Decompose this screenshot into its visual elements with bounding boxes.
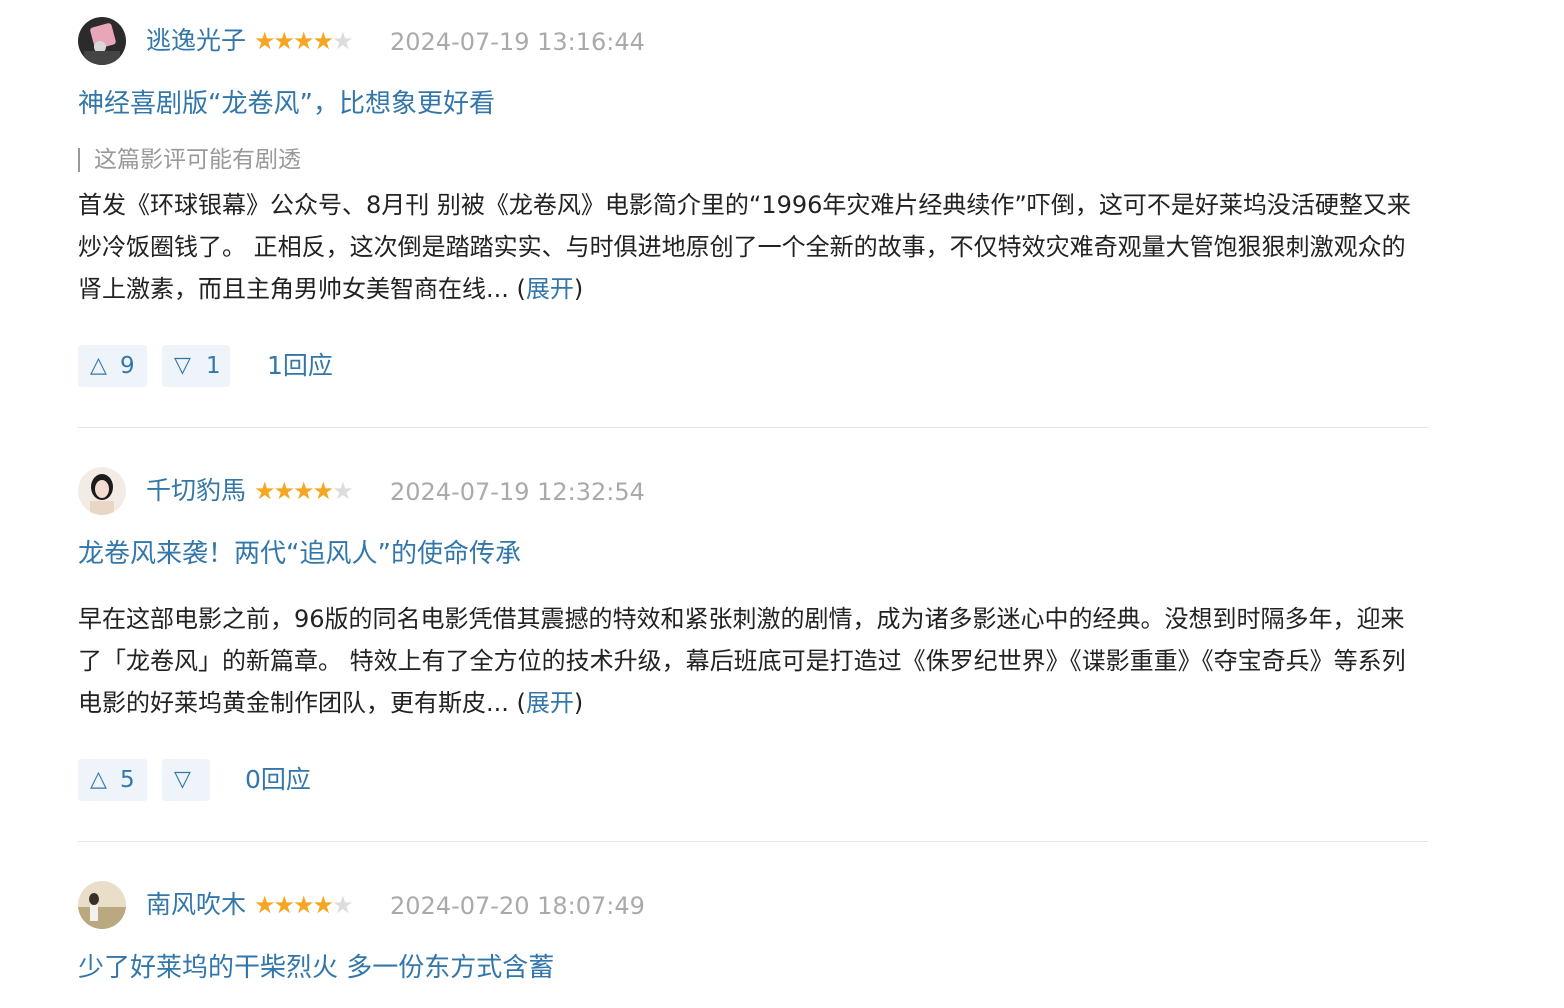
rating-stars: ★★★★★ <box>254 477 354 505</box>
review-divider <box>78 841 1428 842</box>
review-item: 逃逸光子 ★★★★★ 2024-07-19 13:16:44 神经喜剧版“龙卷风… <box>78 17 1428 387</box>
avatar[interactable] <box>78 881 126 929</box>
expand-open: ( <box>508 689 526 717</box>
star-icon: ★ <box>254 477 275 505</box>
review-date: 2024-07-20 18:07:49 <box>390 892 645 920</box>
expand-close: ) <box>573 275 584 303</box>
star-icon: ★ <box>254 891 275 919</box>
spoiler-warning: 这篇影评可能有剧透 <box>78 148 301 172</box>
star-empty-icon: ★ <box>332 27 353 55</box>
expand-close: ) <box>573 689 584 717</box>
useful-count: 9 <box>120 353 135 379</box>
useless-count: 1 <box>206 353 221 379</box>
star-icon: ★ <box>312 477 334 505</box>
review-header: 南风吹木 ★★★★★ 2024-07-20 18:07:49 <box>78 881 978 929</box>
review-actions: △ 9 ▽ 1 1回应 <box>78 345 678 387</box>
useless-button[interactable]: ▽ <box>162 759 210 801</box>
review-excerpt-text: 早在这部电影之前，96版的同名电影凭借其震撼的特效和紧张刺激的剧情，成为诸多影迷… <box>78 605 1406 717</box>
review-excerpt: 首发《环球银幕》公众号、8月刊 别被《龙卷风》电影简介里的“1996年灾难片经典… <box>78 184 1428 310</box>
review-item: 南风吹木 ★★★★★ 2024-07-20 18:07:49 少了好莱坞的干柴烈… <box>78 881 1428 1001</box>
review-date: 2024-07-19 13:16:44 <box>390 28 645 56</box>
review-header: 千切豹馬 ★★★★★ 2024-07-19 12:32:54 <box>78 467 978 515</box>
star-icon: ★ <box>273 477 295 505</box>
star-icon: ★ <box>293 27 314 55</box>
author-name[interactable]: 南风吹木 <box>146 890 246 920</box>
star-icon: ★ <box>273 891 295 919</box>
review-divider <box>78 427 1428 428</box>
review-excerpt-text: 首发《环球银幕》公众号、8月刊 别被《龙卷风》电影简介里的“1996年灾难片经典… <box>78 191 1411 303</box>
avatar[interactable] <box>78 467 126 515</box>
useful-count: 5 <box>120 767 135 793</box>
avatar[interactable] <box>78 17 126 65</box>
thumb-up-triangle-icon: △ <box>90 767 107 792</box>
useless-button[interactable]: ▽ 1 <box>162 345 230 387</box>
useful-button[interactable]: △ 9 <box>78 345 147 387</box>
star-icon: ★ <box>312 27 334 55</box>
star-icon: ★ <box>293 477 314 505</box>
review-header: 逃逸光子 ★★★★★ 2024-07-19 13:16:44 <box>78 17 978 65</box>
star-icon: ★ <box>254 27 275 55</box>
review-title[interactable]: 龙卷风来袭！两代“追风人”的使命传承 <box>78 537 521 571</box>
reply-count-link[interactable]: 0回应 <box>245 759 311 801</box>
review-date: 2024-07-19 12:32:54 <box>390 478 645 506</box>
thumb-up-triangle-icon: △ <box>90 353 107 378</box>
author-name[interactable]: 逃逸光子 <box>146 26 246 56</box>
review-excerpt: 早在这部电影之前，96版的同名电影凭借其震撼的特效和紧张刺激的剧情，成为诸多影迷… <box>78 598 1428 724</box>
star-empty-icon: ★ <box>332 891 353 919</box>
thumb-down-triangle-icon: ▽ <box>174 767 191 792</box>
review-title[interactable]: 少了好莱坞的干柴烈火 多一份东方式含蓄 <box>78 951 554 985</box>
expand-link[interactable]: 展开 <box>526 275 574 303</box>
star-icon: ★ <box>312 891 334 919</box>
review-item: 千切豹馬 ★★★★★ 2024-07-19 12:32:54 龙卷风来袭！两代“… <box>78 467 1428 807</box>
reply-count-link[interactable]: 1回应 <box>267 345 333 387</box>
thumb-down-triangle-icon: ▽ <box>174 353 191 378</box>
star-empty-icon: ★ <box>332 477 353 505</box>
star-icon: ★ <box>273 27 295 55</box>
review-title[interactable]: 神经喜剧版“龙卷风”，比想象更好看 <box>78 87 495 121</box>
star-icon: ★ <box>293 891 314 919</box>
useful-button[interactable]: △ 5 <box>78 759 147 801</box>
expand-open: ( <box>508 275 526 303</box>
rating-stars: ★★★★★ <box>254 27 354 55</box>
review-actions: △ 5 ▽ 0回应 <box>78 759 678 801</box>
rating-stars: ★★★★★ <box>254 891 354 919</box>
author-name[interactable]: 千切豹馬 <box>146 476 246 506</box>
expand-link[interactable]: 展开 <box>526 689 574 717</box>
